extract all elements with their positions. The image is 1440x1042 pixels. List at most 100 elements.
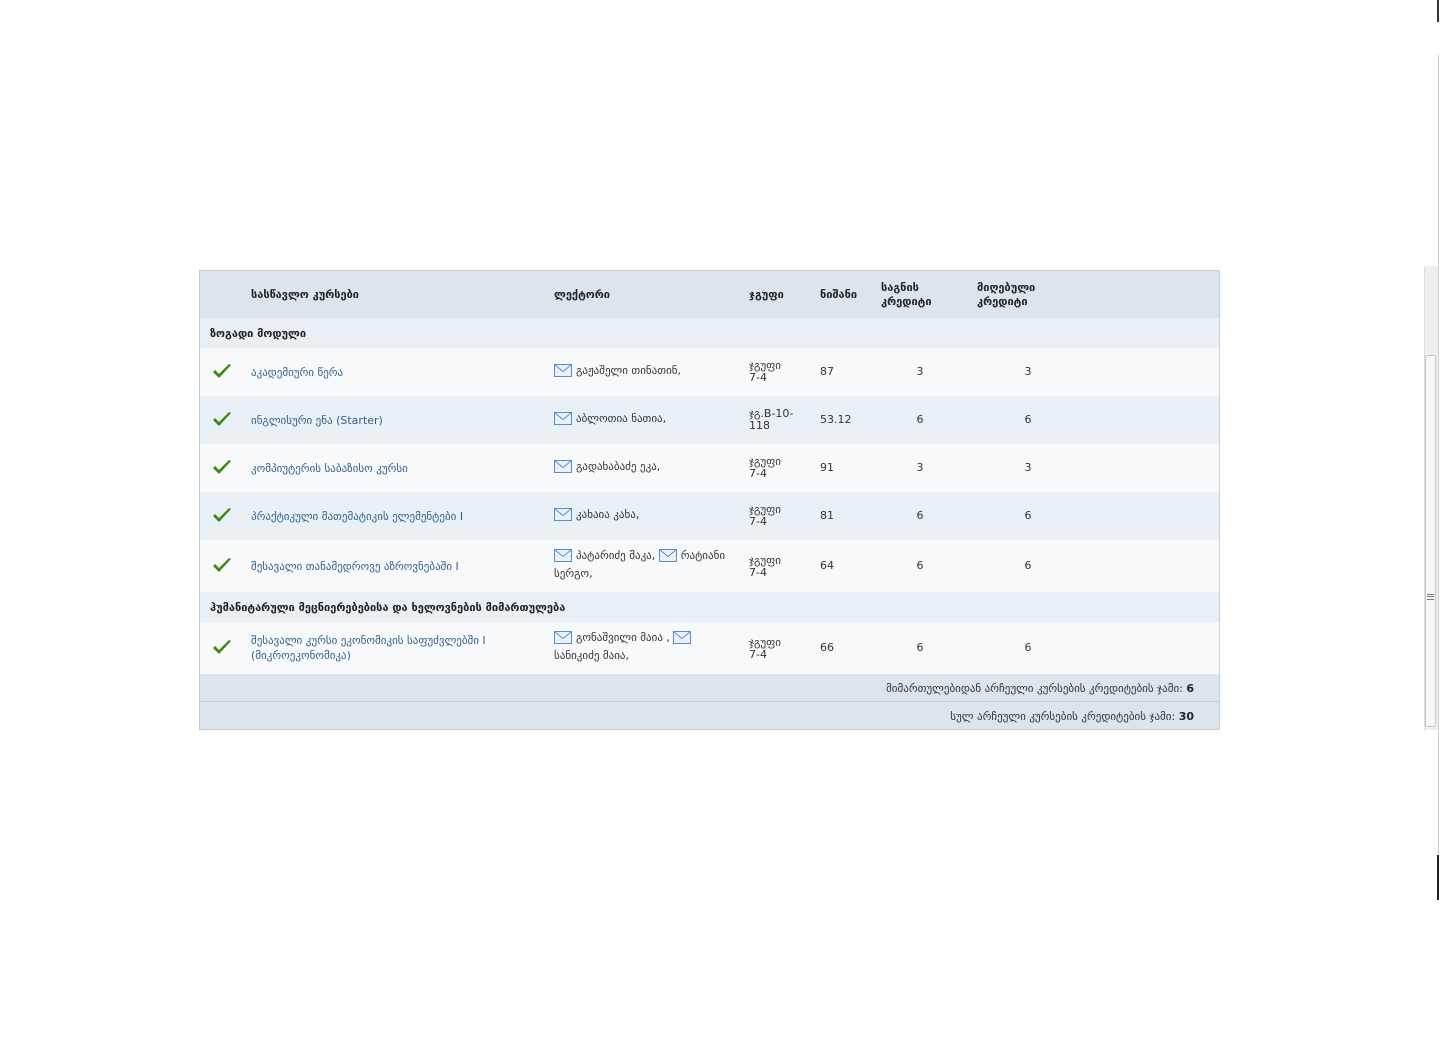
header-group: ჯგუფი (749, 288, 784, 301)
mail-icon[interactable] (673, 631, 692, 644)
course-link-line1[interactable]: შესავალი კურსი ეკონომიკის საფუძვლებში I (251, 633, 541, 648)
check-icon (213, 508, 231, 522)
grade-value: 53.12 (820, 413, 852, 426)
window-edge (1438, 55, 1439, 900)
group-cell: ჯგუფი 7-4 (749, 456, 805, 480)
grade-value: 87 (820, 365, 834, 378)
header-course-credit-line1: საგნის (881, 281, 919, 294)
lecturer-name: გადახაბაძე ეკა, (576, 460, 661, 473)
earned-credit-value: 6 (1024, 641, 1032, 654)
course-credit-value: 6 (916, 413, 924, 426)
group-line2: 7-4 (749, 648, 767, 661)
lecturer-cell: პატარიძე მაკა, რატიანი სერგო, (554, 547, 739, 583)
group-line2: 118 (749, 419, 770, 432)
grade-value: 66 (820, 641, 834, 654)
header-lecturer: ლექტორი (554, 288, 610, 301)
course-link[interactable]: კომპიუტერის საბაზისო კურსი (251, 461, 541, 476)
total-credit-value: 30 (1178, 710, 1194, 723)
lecturer-name: სანიკიძე მაია, (554, 649, 630, 662)
direction-credit-label: მიმართულებიდან არჩეული კურსების კრედიტებ… (886, 682, 1183, 695)
lecturer-name: გაჟაშელი თინათინ, (576, 364, 682, 377)
table-row: აკადემიური წერა გაჟაშელი თინათინ, ჯგუფი … (200, 348, 1219, 396)
earned-credit-value: 6 (1024, 559, 1032, 572)
course-credit-value: 6 (916, 559, 924, 572)
header-course: სასწავლო კურსები (251, 288, 360, 301)
check-icon (213, 412, 231, 426)
group-cell: ჯგუფი 7-4 (749, 637, 805, 661)
mail-icon[interactable] (554, 364, 572, 377)
table-row: შესავალი თანამედროვე აზროვნებაში I პატარ… (200, 540, 1219, 592)
earned-credit-value: 6 (1024, 413, 1032, 426)
lecturer-name: კახაია კახა, (576, 508, 640, 521)
lecturer-name: პატარიძე მაკა, (576, 549, 656, 562)
earned-credit-value: 3 (1024, 365, 1032, 378)
grade-value: 91 (820, 461, 834, 474)
lecturer-name: გონაშვილი მაია , (576, 631, 670, 644)
total-credit-text: სულ არჩეული კურსების კრედიტების ჯამი: 30 (950, 710, 1194, 723)
grade-value: 81 (820, 509, 834, 522)
lecturer-cell: გონაშვილი მაია , სანიკიძე მაია, (554, 629, 739, 665)
table-row: პრაქტიკული მათემატიკის ელემენტები I კახა… (200, 492, 1219, 540)
course-link[interactable]: შესავალი კურსი ეკონომიკის საფუძვლებში I … (251, 633, 541, 663)
course-credit-value: 3 (916, 461, 924, 474)
lecturer-cell: აბლოთია ნათია, (554, 410, 739, 428)
group-title: ზოგადი მოდული (210, 327, 307, 340)
course-link[interactable]: ინგლისური ენა (Starter) (251, 413, 541, 428)
group-cell: ჯგუფი 7-4 (749, 555, 805, 579)
check-icon (213, 460, 231, 474)
grade-value: 64 (820, 559, 834, 572)
check-icon (213, 364, 231, 378)
mail-icon[interactable] (554, 631, 572, 644)
group-header: ჰუმანიტარული მეცნიერებებისა და ხელოვნები… (200, 592, 1219, 622)
course-link[interactable]: შესავალი თანამედროვე აზროვნებაში I (251, 559, 541, 574)
course-credit-value: 6 (916, 641, 924, 654)
lecturer-cell: გაჟაშელი თინათინ, (554, 362, 739, 380)
group-cell: ჯგუფი 7-4 (749, 360, 805, 384)
group-line2: 7-4 (749, 566, 767, 579)
table-row: ინგლისური ენა (Starter) აბლოთია ნათია, ჯ… (200, 396, 1219, 444)
lecturer-cell: კახაია კახა, (554, 506, 739, 524)
table-header: სასწავლო კურსები ლექტორი ჯგუფი ნიშანი სა… (200, 271, 1219, 318)
page: სასწავლო კურსები ლექტორი ჯგუფი ნიშანი სა… (0, 0, 1440, 1042)
table-row: კომპიუტერის საბაზისო კურსი გადახაბაძე ეკ… (200, 444, 1219, 492)
group-header: ზოგადი მოდული (200, 318, 1219, 348)
direction-credit-summary: მიმართულებიდან არჩეული კურსების კრედიტებ… (200, 674, 1219, 701)
scrollbar-grip-icon (1427, 594, 1434, 600)
window-edge (1437, 0, 1439, 22)
courses-table: სასწავლო კურსები ლექტორი ჯგუფი ნიშანი სა… (199, 270, 1220, 730)
header-grade: ნიშანი (820, 288, 858, 301)
check-icon (213, 558, 231, 572)
mail-icon[interactable] (554, 412, 572, 425)
group-title: ჰუმანიტარული მეცნიერებებისა და ხელოვნები… (210, 601, 566, 614)
header-earned-credit: მიღებული კრედიტი (977, 281, 1035, 309)
header-earned-credit-line1: მიღებული (977, 281, 1036, 294)
header-course-credit: საგნის კრედიტი (881, 281, 932, 309)
header-earned-credit-line2: კრედიტი (977, 295, 1028, 308)
course-credit-value: 6 (916, 509, 924, 522)
vertical-scrollbar-thumb[interactable] (1425, 355, 1436, 727)
group-line2: 7-4 (749, 371, 767, 384)
direction-credit-text: მიმართულებიდან არჩეული კურსების კრედიტებ… (886, 682, 1194, 695)
check-icon (213, 640, 231, 654)
group-cell: ჯგ.B-10- 118 (749, 408, 805, 432)
mail-icon[interactable] (554, 549, 572, 562)
earned-credit-value: 6 (1024, 509, 1032, 522)
lecturer-cell: გადახაბაძე ეკა, (554, 458, 739, 476)
lecturer-name: აბლოთია ნათია, (576, 412, 667, 425)
group-line2: 7-4 (749, 467, 767, 480)
total-credit-label: სულ არჩეული კურსების კრედიტების ჯამი: (950, 710, 1176, 723)
course-link[interactable]: პრაქტიკული მათემატიკის ელემენტები I (251, 509, 541, 524)
mail-icon[interactable] (658, 549, 677, 562)
table-row: შესავალი კურსი ეკონომიკის საფუძვლებში I … (200, 622, 1219, 674)
earned-credit-value: 3 (1024, 461, 1032, 474)
header-course-credit-line2: კრედიტი (881, 295, 932, 308)
direction-credit-value: 6 (1186, 682, 1194, 695)
window-edge (1437, 855, 1439, 900)
course-credit-value: 3 (916, 365, 924, 378)
mail-icon[interactable] (554, 508, 572, 521)
group-cell: ჯგუფი 7-4 (749, 504, 805, 528)
course-link[interactable]: აკადემიური წერა (251, 365, 541, 380)
group-line2: 7-4 (749, 515, 767, 528)
course-link-line2[interactable]: (მიკროეკონომიკა) (251, 648, 541, 663)
mail-icon[interactable] (554, 460, 572, 473)
